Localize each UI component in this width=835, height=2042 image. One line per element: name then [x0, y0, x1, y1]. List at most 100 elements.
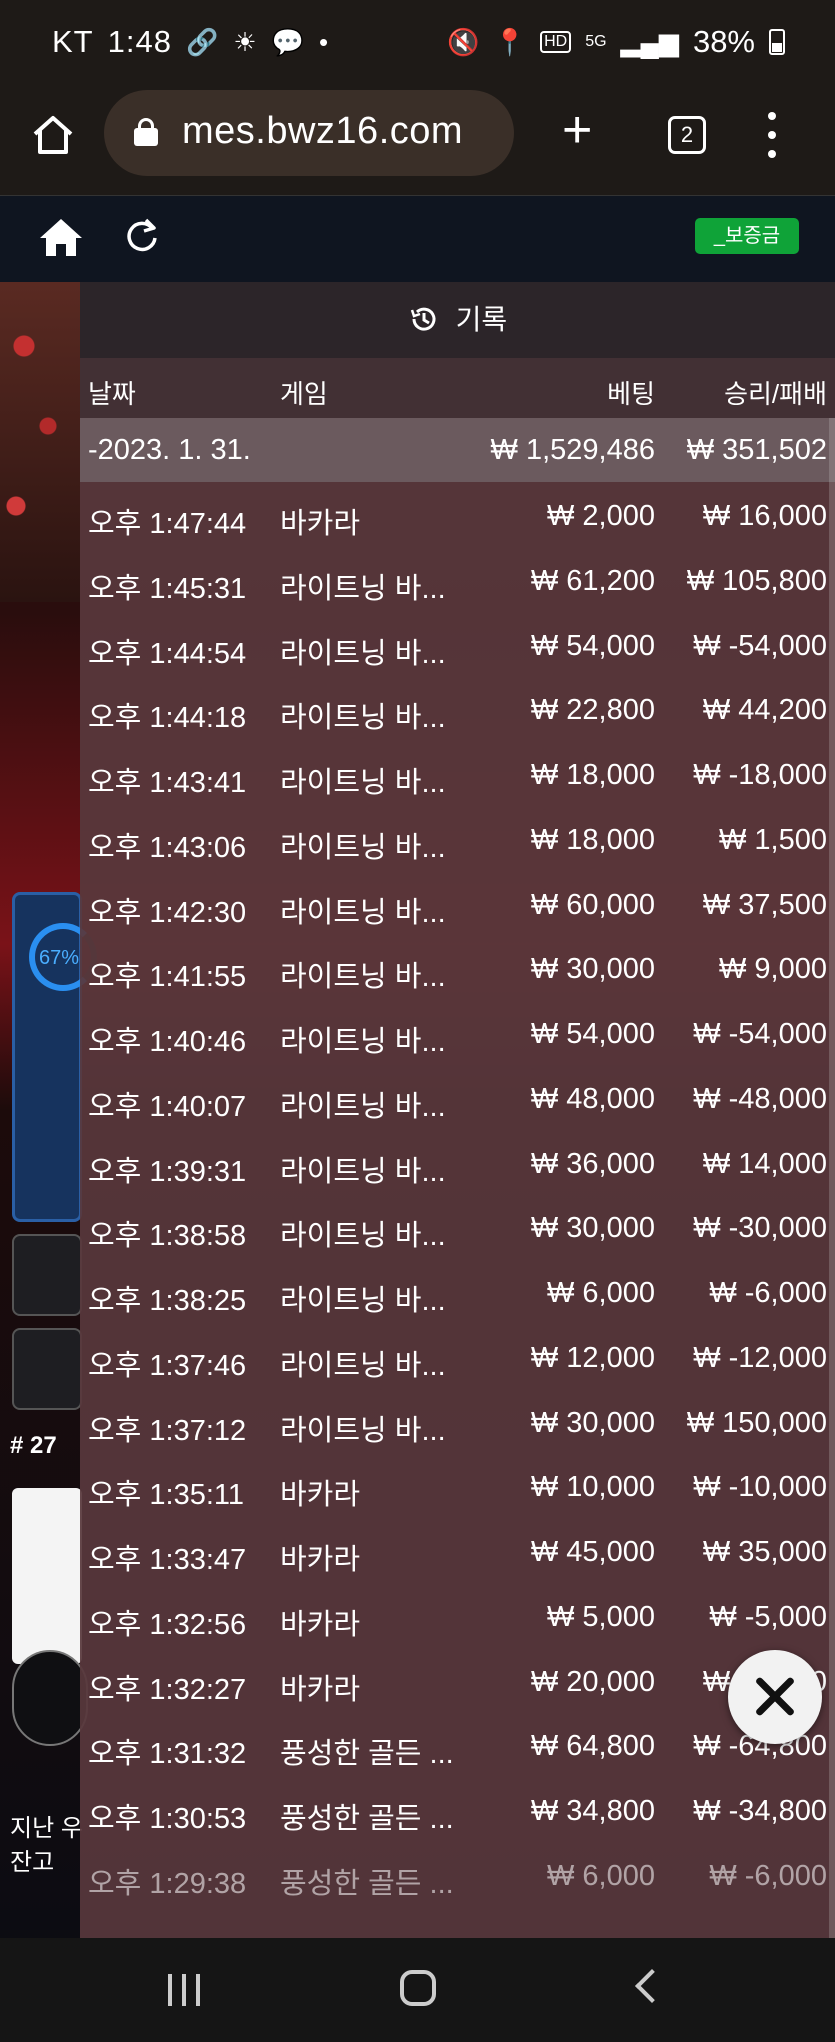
- signal-icon: ▂▄▆: [620, 26, 679, 57]
- bead-road: [12, 1488, 82, 1664]
- balance-label: 잔고: [10, 1849, 55, 1876]
- row-bet: ₩ 10,000: [530, 1471, 655, 1504]
- row-bet: ₩ 48,000: [530, 1082, 655, 1115]
- history-list: 오후 1:47:44 바카라 ₩ 2,000 ₩ 16,000 오후 1:45:31 라이…: [80, 482, 835, 1907]
- row-time: 오후 1:41:55: [88, 961, 247, 994]
- recent-apps-icon[interactable]: [168, 1974, 202, 2006]
- row-game: 라이트닝 바...: [280, 1026, 446, 1058]
- system-nav-bar: [0, 1938, 835, 2042]
- row-game: 라이트닝 바...: [280, 1349, 446, 1382]
- history-row[interactable]: 오후 1:40:46 라이트닝 바... ₩ 54,000 ₩ -54,000: [80, 1000, 835, 1065]
- battery-icon: [769, 29, 785, 55]
- history-row[interactable]: 오후 1:39:31 라이트닝 바... ₩ 36,000 ₩ 14,000: [80, 1130, 835, 1195]
- row-game: 라이트닝 바...: [280, 1285, 446, 1317]
- history-row[interactable]: 오후 1:32:56 바카라 ₩ 5,000 ₩ -5,000: [80, 1583, 835, 1648]
- hd-icon: HD: [540, 31, 572, 53]
- scrollbar[interactable]: [829, 418, 835, 1938]
- lock-icon: [134, 118, 160, 146]
- row-time: 오후 1:32:56: [88, 1608, 247, 1641]
- row-time: 오후 1:44:54: [88, 637, 247, 670]
- round-number: # 27: [10, 1432, 57, 1459]
- group-win-total: ₩ 351,502: [686, 434, 827, 466]
- history-row[interactable]: 오후 1:42:30 라이트닝 바... ₩ 60,000 ₩ 37,500: [80, 871, 835, 936]
- history-row[interactable]: 오후 1:38:25 라이트닝 바... ₩ 6,000 ₩ -6,000: [80, 1259, 835, 1324]
- new-tab-button[interactable]: +: [562, 104, 592, 156]
- history-row[interactable]: 오후 1:38:58 라이트닝 바... ₩ 30,000 ₩ -30,000: [80, 1194, 835, 1259]
- history-panel: 기록 날짜 게임 베팅 승리/패배 -2023. 1. 31. ₩ 1,529,…: [80, 282, 835, 1938]
- history-row[interactable]: 오후 1:33:47 바카라 ₩ 45,000 ₩ 35,000: [80, 1518, 835, 1583]
- tab-switcher-button[interactable]: 2: [668, 116, 706, 154]
- row-win: ₩ -48,000: [693, 1082, 827, 1115]
- row-bet: ₩ 34,800: [530, 1795, 655, 1827]
- history-row[interactable]: 오후 1:37:46 라이트닝 바... ₩ 12,000 ₩ -12,000: [80, 1324, 835, 1389]
- url-text: mes.bwz16.com: [182, 110, 464, 152]
- group-date: -2023. 1. 31.: [88, 434, 251, 466]
- history-row[interactable]: 오후 1:43:41 라이트닝 바... ₩ 18,000 ₩ -18,000: [80, 741, 835, 806]
- history-row[interactable]: 오후 1:37:12 라이트닝 바... ₩ 30,000 ₩ 150,000: [80, 1389, 835, 1454]
- row-win: ₩ -18,000: [693, 759, 827, 791]
- column-headers: 날짜 게임 베팅 승리/패배: [80, 358, 835, 418]
- row-game: 바카라: [280, 1608, 361, 1641]
- row-win: ₩ 9,000: [719, 953, 827, 986]
- history-row[interactable]: 오후 1:40:07 라이트닝 바... ₩ 48,000 ₩ -48,000: [80, 1065, 835, 1130]
- close-button[interactable]: [728, 1650, 822, 1744]
- refresh-icon[interactable]: [122, 216, 162, 256]
- row-game: 풍성한 골든 ...: [280, 1738, 454, 1771]
- row-time: 오후 1:29:38: [88, 1867, 247, 1900]
- back-icon[interactable]: [635, 1969, 669, 2003]
- game-button-2[interactable]: [12, 1328, 82, 1410]
- row-game: 라이트닝 바...: [280, 1414, 446, 1447]
- mute-icon: 🔇: [447, 26, 480, 57]
- history-row[interactable]: 오후 1:41:55 라이트닝 바... ₩ 30,000 ₩ 9,000: [80, 935, 835, 1000]
- col-date: 날짜: [88, 379, 136, 409]
- row-time: 오후 1:45:31: [88, 572, 247, 605]
- deposit-button[interactable]: _보증금: [695, 218, 799, 254]
- chip-button[interactable]: [12, 1650, 88, 1746]
- history-row[interactable]: 오후 1:31:32 풍성한 골든 ... ₩ 64,800 ₩ -64,800: [80, 1712, 835, 1777]
- row-game: 라이트닝 바...: [280, 1090, 446, 1123]
- game-button-1[interactable]: [12, 1234, 82, 1316]
- row-bet: ₩ 2,000: [547, 500, 655, 532]
- history-header: 기록: [80, 282, 835, 358]
- history-row[interactable]: 오후 1:30:53 풍성한 골든 ... ₩ 34,800 ₩ -34,800: [80, 1777, 835, 1842]
- row-bet: ₩ 30,000: [530, 953, 655, 986]
- location-icon: 📍: [493, 26, 527, 57]
- row-bet: ₩ 30,000: [530, 1212, 655, 1245]
- row-bet: ₩ 61,200: [530, 564, 655, 597]
- row-bet: ₩ 22,800: [530, 694, 655, 727]
- history-row[interactable]: 오후 1:44:18 라이트닝 바... ₩ 22,800 ₩ 44,200: [80, 676, 835, 741]
- group-bet-total: ₩ 1,529,486: [490, 434, 655, 466]
- history-title: 기록: [455, 304, 508, 335]
- browser-home-icon[interactable]: [30, 112, 76, 158]
- col-win-loss: 승리/패배: [724, 379, 827, 409]
- row-bet: ₩ 60,000: [530, 888, 655, 921]
- row-time: 오후 1:39:31: [88, 1155, 247, 1188]
- status-bar: KT 1:48 🔗 ☀ 💬 • 🔇 📍 HD 5G ▂▄▆ 38%: [0, 0, 835, 90]
- row-win: ₩ 37,500: [702, 888, 827, 921]
- carrier-label: KT: [52, 24, 94, 59]
- row-win: ₩ 14,000: [702, 1147, 827, 1180]
- row-game: 라이트닝 바...: [280, 637, 446, 670]
- row-win: ₩ 150,000: [686, 1406, 827, 1439]
- more-menu-icon[interactable]: [765, 112, 779, 158]
- status-left: KT 1:48 🔗 ☀ 💬 •: [52, 24, 329, 60]
- history-row[interactable]: 오후 1:43:06 라이트닝 바... ₩ 18,000 ₩ 1,500: [80, 806, 835, 871]
- history-row[interactable]: 오후 1:29:38 풍성한 골든 ... ₩ 6,000 ₩ -6,000: [80, 1842, 835, 1907]
- row-time: 오후 1:43:41: [88, 767, 247, 799]
- history-row[interactable]: 오후 1:44:54 라이트닝 바... ₩ 54,000 ₩ -54,000: [80, 612, 835, 677]
- row-bet: ₩ 5,000: [547, 1600, 655, 1633]
- row-game: 라이트닝 바...: [280, 961, 446, 994]
- row-win: ₩ 16,000: [702, 500, 827, 532]
- history-row[interactable]: 오후 1:45:31 라이트닝 바... ₩ 61,200 ₩ 105,800: [80, 547, 835, 612]
- row-game: 바카라: [280, 1673, 361, 1706]
- history-row[interactable]: 오후 1:32:27바카라₩ 20,000₩ 15,000: [80, 1648, 835, 1713]
- history-row[interactable]: 오후 1:35:11 바카라 ₩ 10,000 ₩ -10,000: [80, 1453, 835, 1518]
- history-row[interactable]: 오후 1:47:44 바카라 ₩ 2,000 ₩ 16,000: [80, 482, 835, 547]
- row-win: ₩ -30,000: [693, 1212, 827, 1245]
- date-group-row[interactable]: -2023. 1. 31. ₩ 1,529,486 ₩ 351,502: [80, 418, 835, 482]
- address-bar[interactable]: mes.bwz16.com: [104, 90, 514, 176]
- progress-label: 67%: [39, 947, 80, 969]
- home-icon[interactable]: [38, 216, 84, 258]
- nav-home-icon[interactable]: [400, 1970, 436, 2006]
- row-game: 풍성한 골든 ...: [280, 1803, 454, 1835]
